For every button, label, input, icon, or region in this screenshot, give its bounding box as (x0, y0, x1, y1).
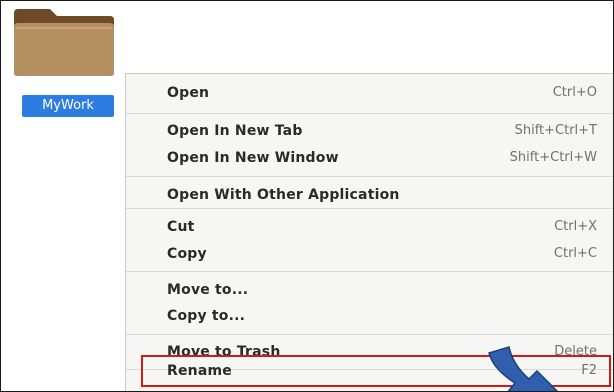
menu-item-shortcut: Ctrl+X (554, 219, 597, 234)
menu-item-label: Open (167, 85, 210, 101)
menu-separator (126, 113, 613, 114)
menu-separator (126, 271, 613, 272)
menu-item-label: Open With Other Application (167, 187, 400, 203)
annotation-arrow-icon (488, 346, 559, 391)
menu-item-cut[interactable]: Cut Ctrl+X (126, 214, 613, 240)
menu-item-label: Open In New Window (167, 150, 339, 166)
menu-item-shortcut: Ctrl+C (553, 246, 597, 261)
menu-item-shortcut: Ctrl+O (552, 85, 597, 100)
menu-item-copy-to[interactable]: Copy to... (126, 303, 613, 329)
menu-item-label: Cut (167, 219, 195, 235)
file-manager-view: MyWork Open Ctrl+O Open In New Tab Shift… (0, 0, 614, 392)
menu-item-shortcut: Shift+Ctrl+T (514, 123, 597, 138)
file-name-label[interactable]: MyWork (22, 95, 114, 117)
menu-item-label: Open In New Tab (167, 123, 303, 139)
folder-icon[interactable] (12, 7, 116, 77)
menu-separator (126, 208, 613, 209)
menu-item-open-in-new-window[interactable]: Open In New Window Shift+Ctrl+W (126, 145, 613, 171)
menu-item-open-with-other-application[interactable]: Open With Other Application (126, 182, 613, 208)
menu-separator (126, 176, 613, 177)
menu-item-copy[interactable]: Copy Ctrl+C (126, 241, 613, 267)
menu-item-open[interactable]: Open Ctrl+O (126, 80, 613, 106)
menu-item-label: Copy (167, 246, 207, 262)
menu-item-label: Copy to... (167, 308, 246, 324)
menu-item-move-to[interactable]: Move to... (126, 277, 613, 303)
menu-item-label: Move to... (167, 282, 249, 298)
menu-item-shortcut: Shift+Ctrl+W (509, 150, 597, 165)
menu-item-open-in-new-tab[interactable]: Open In New Tab Shift+Ctrl+T (126, 118, 613, 144)
